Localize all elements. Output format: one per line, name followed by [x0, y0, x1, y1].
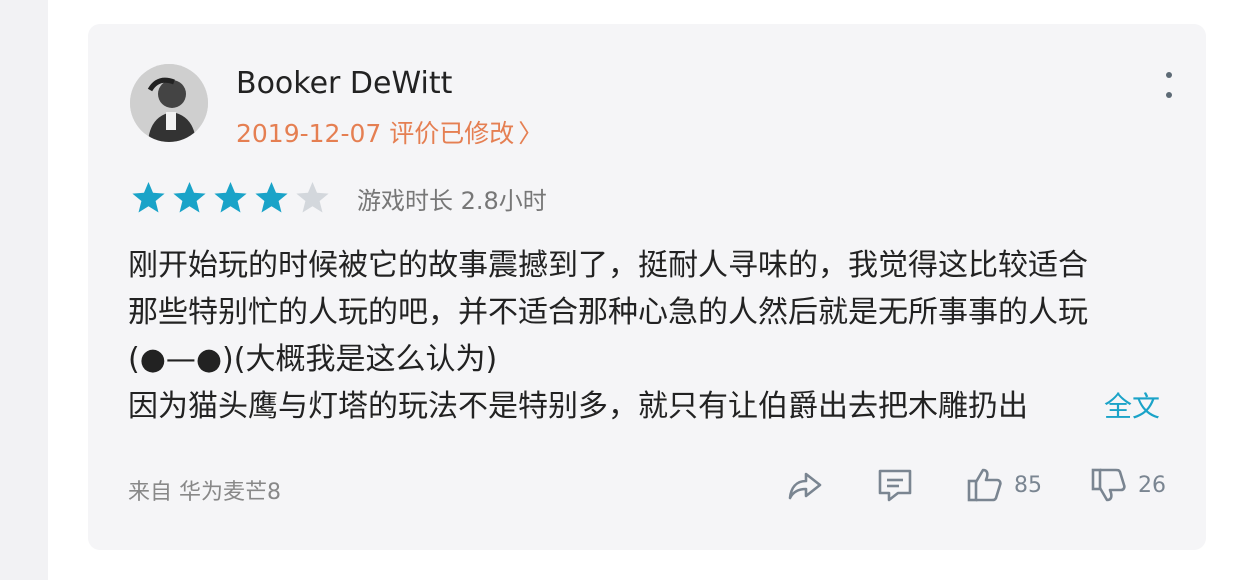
review-line: 那些特别忙的人玩的吧，并不适合那种心急的人然后就是无所事事的人玩 [128, 295, 1088, 330]
review-line: 因为猫头鹰与灯塔的玩法不是特别多，就只有让伯爵出去把木雕扔出 [128, 389, 1028, 424]
star-filled-icon [214, 182, 247, 213]
chevron-right-icon: 〉 [518, 119, 544, 148]
star-empty-icon [296, 182, 329, 213]
star-rating [130, 180, 335, 217]
more-options-button[interactable] [1164, 72, 1174, 98]
device-source: 来自 华为麦芒8 [128, 480, 281, 505]
star-filled-icon [255, 182, 288, 213]
like-count: 85 [1014, 472, 1042, 498]
review-line: 刚开始玩的时候被它的故事震撼到了，挺耐人寻味的，我觉得这比较适合 [128, 248, 1088, 283]
comment-icon [878, 469, 912, 502]
left-gutter [0, 0, 48, 580]
rating-row: 游戏时长 2.8小时 [130, 180, 547, 217]
review-date-text: 2019-12-07 评价已修改 [236, 119, 515, 148]
playtime: 游戏时长 2.8小时 [357, 187, 547, 215]
thumbs-up-icon [967, 468, 1002, 502]
comment-button[interactable] [874, 464, 916, 506]
star-filled-icon [132, 182, 165, 213]
review-card: Booker DeWitt 2019-12-07 评价已修改 〉 游戏时长 2.… [88, 24, 1206, 550]
action-bar: 85 26 [784, 464, 1166, 506]
dislike-button[interactable]: 26 [1088, 464, 1166, 506]
full-text-link[interactable]: 全文 [1104, 383, 1160, 430]
share-button[interactable] [784, 464, 826, 506]
more-vertical-icon [1166, 72, 1172, 78]
author-name[interactable]: Booker DeWitt [236, 66, 452, 101]
like-button[interactable]: 85 [964, 464, 1042, 506]
review-text[interactable]: 刚开始玩的时候被它的故事震撼到了，挺耐人寻味的，我觉得这比较适合 那些特别忙的人… [128, 242, 1162, 430]
star-filled-icon [173, 182, 206, 213]
share-icon [788, 472, 822, 500]
avatar[interactable] [130, 64, 208, 142]
review-line-last: 因为猫头鹰与灯塔的玩法不是特别多，就只有让伯爵出去把木雕扔出 全文 [128, 383, 1162, 430]
review-line: (●—●)(大概我是这么认为) [128, 342, 498, 377]
dislike-count: 26 [1138, 472, 1166, 498]
thumbs-down-icon [1091, 468, 1126, 502]
review-date-edited[interactable]: 2019-12-07 评价已修改 〉 [236, 114, 543, 150]
